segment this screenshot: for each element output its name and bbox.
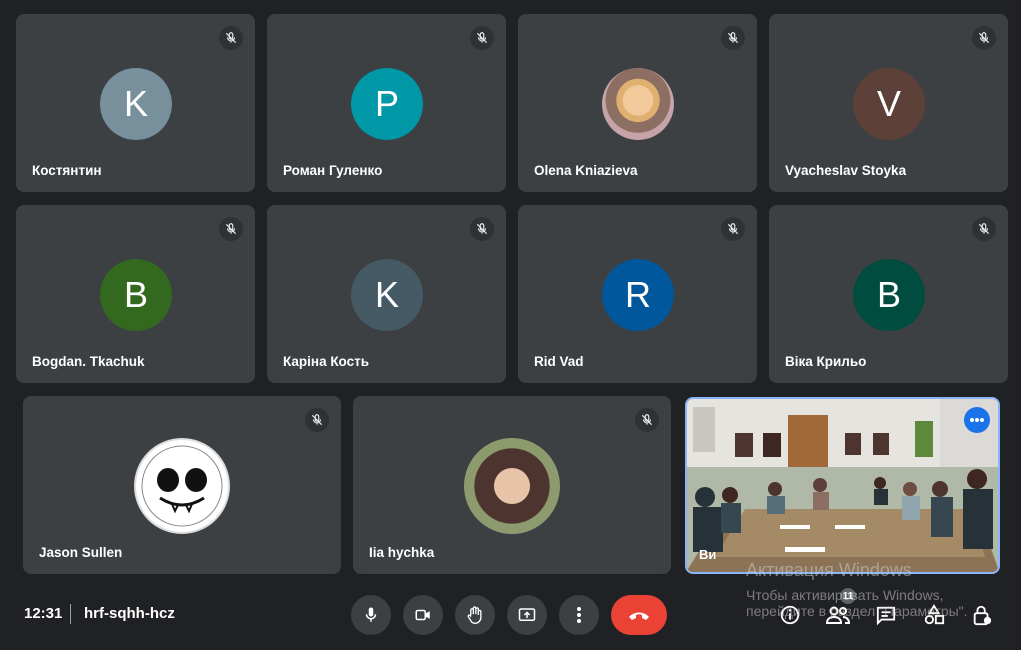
participant-tile[interactable]: V Vyacheslav Stoyka <box>769 14 1008 192</box>
activities-button[interactable] <box>920 601 948 629</box>
participant-name: Iia hychka <box>369 545 435 560</box>
leave-call-button[interactable] <box>611 595 667 635</box>
avatar: B <box>100 259 172 331</box>
avatar: P <box>351 68 423 140</box>
bottom-toolbar: 12:31 hrf-sqhh-hcz 11 <box>0 585 1021 650</box>
camera-button[interactable] <box>403 595 443 635</box>
participant-tile[interactable]: P Роман Гуленко <box>267 14 506 192</box>
participant-name: Olena Kniazieva <box>534 163 638 178</box>
avatar: B <box>853 259 925 331</box>
mic-off-icon <box>721 217 745 241</box>
mic-off-icon <box>972 26 996 50</box>
self-name: Ви <box>699 547 717 562</box>
lock-person-icon <box>973 605 992 626</box>
microphone-button[interactable] <box>351 595 391 635</box>
participant-tile[interactable]: K Костянтин <box>16 14 255 192</box>
participant-name: Vyacheslav Stoyka <box>785 163 907 178</box>
people-count-badge: 11 <box>840 588 856 604</box>
participant-tile[interactable]: K Каріна Кость <box>267 205 506 383</box>
people-icon <box>826 606 850 624</box>
mic-off-icon <box>721 26 745 50</box>
avatar-photo <box>464 438 560 534</box>
mic-off-icon <box>470 26 494 50</box>
more-options-button[interactable] <box>964 407 990 433</box>
avatar: R <box>602 259 674 331</box>
people-button[interactable] <box>824 601 852 629</box>
call-end-icon <box>629 612 649 620</box>
raise-hand-button[interactable] <box>455 595 495 635</box>
participant-name: Jason Sullen <box>39 545 123 560</box>
hand-icon <box>467 606 482 625</box>
mic-off-icon <box>219 26 243 50</box>
more-vert-icon <box>577 607 581 623</box>
activities-icon <box>924 604 945 625</box>
avatar: K <box>100 68 172 140</box>
self-view-tile[interactable]: Ви <box>685 397 1000 574</box>
meeting-code: hrf-sqhh-hcz <box>84 605 175 622</box>
mic-off-icon <box>470 217 494 241</box>
host-controls-button[interactable] <box>968 601 996 629</box>
participant-tile[interactable]: R Rid Vad <box>518 205 757 383</box>
more-options-button[interactable] <box>559 595 599 635</box>
camera-feed <box>687 399 998 572</box>
mic-off-icon <box>972 217 996 241</box>
clock: 12:31 <box>24 605 63 622</box>
mic-off-icon <box>305 408 329 432</box>
mic-off-icon <box>635 408 659 432</box>
avatar: K <box>351 259 423 331</box>
participant-name: Роман Гуленко <box>283 163 383 178</box>
avatar: V <box>853 68 925 140</box>
mic-icon <box>365 607 377 622</box>
mic-off-icon <box>219 217 243 241</box>
more-horiz-icon <box>970 418 984 422</box>
participant-tile[interactable]: Iia hychka <box>353 396 671 574</box>
participant-name: Rid Vad <box>534 354 584 369</box>
smiley-face-icon <box>141 445 223 527</box>
participant-name: Bogdan. Tkachuk <box>32 354 145 369</box>
chat-button[interactable] <box>872 601 900 629</box>
chat-icon <box>876 606 896 625</box>
participant-tile[interactable]: B Bogdan. Tkachuk <box>16 205 255 383</box>
participant-name: Віка Крильо <box>785 354 867 369</box>
present-to-all-icon <box>518 608 536 621</box>
participant-tile[interactable]: Jason Sullen <box>23 396 341 574</box>
videocam-icon <box>415 609 430 621</box>
avatar-smiley-image <box>134 438 230 534</box>
participant-name: Каріна Кость <box>283 354 370 369</box>
participant-name: Костянтин <box>32 163 102 178</box>
meeting-details-button[interactable] <box>776 601 804 629</box>
participant-tile[interactable]: B Віка Крильо <box>769 205 1008 383</box>
divider <box>70 604 71 624</box>
avatar-photo <box>602 68 674 140</box>
present-screen-button[interactable] <box>507 595 547 635</box>
info-icon <box>780 605 800 625</box>
participant-tile[interactable]: Olena Kniazieva <box>518 14 757 192</box>
